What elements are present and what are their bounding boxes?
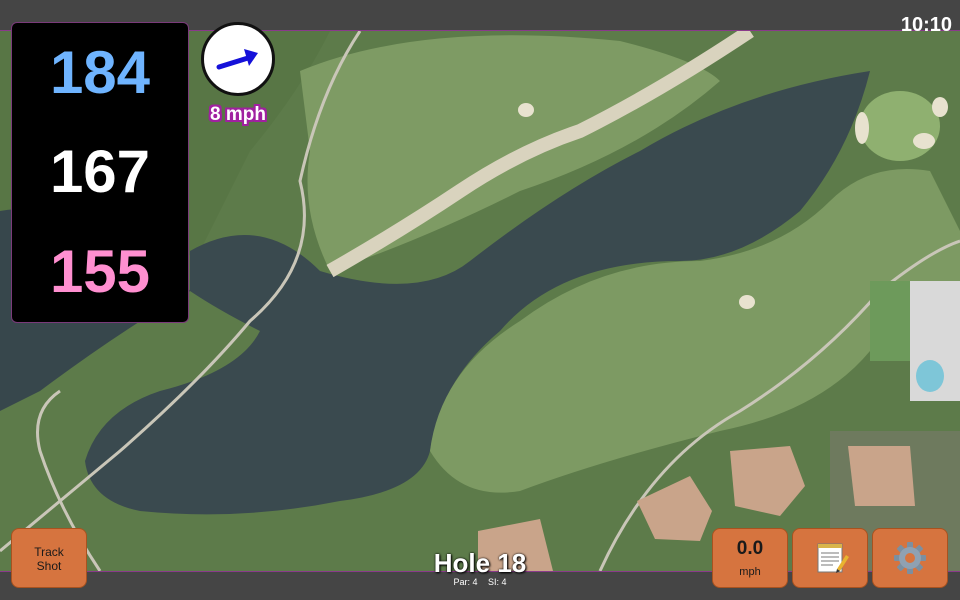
hole-par: Par: 4 bbox=[453, 577, 478, 587]
wind-indicator bbox=[201, 22, 275, 96]
settings-button[interactable] bbox=[872, 528, 948, 588]
track-shot-label-2: Shot bbox=[36, 559, 62, 573]
notepad-icon bbox=[817, 543, 849, 573]
middle-yardage: 167 bbox=[49, 138, 151, 206]
hole-meta: Par: 4 SI: 4 bbox=[380, 577, 580, 587]
notes-button[interactable] bbox=[792, 528, 868, 588]
track-shot-button[interactable]: Track Shot bbox=[11, 528, 87, 588]
back-yardage: 184 bbox=[49, 38, 151, 106]
hole-title: Hole 18 bbox=[433, 548, 527, 578]
track-shot-label-1: Track bbox=[34, 545, 64, 559]
speed-unit: mph bbox=[739, 566, 761, 578]
yardage-panel: 184 167 155 bbox=[11, 22, 189, 323]
front-yardage: 155 bbox=[49, 238, 151, 306]
speed-value: 0.0 bbox=[736, 538, 764, 559]
hole-stroke-index: SI: 4 bbox=[488, 577, 507, 587]
wind-speed: 8 mph bbox=[210, 104, 266, 125]
speed-button[interactable]: 0.0 mph bbox=[712, 528, 788, 588]
clock: 10:10 bbox=[900, 14, 952, 36]
arrow-right-up-icon bbox=[216, 49, 258, 70]
gear-icon bbox=[894, 542, 926, 574]
